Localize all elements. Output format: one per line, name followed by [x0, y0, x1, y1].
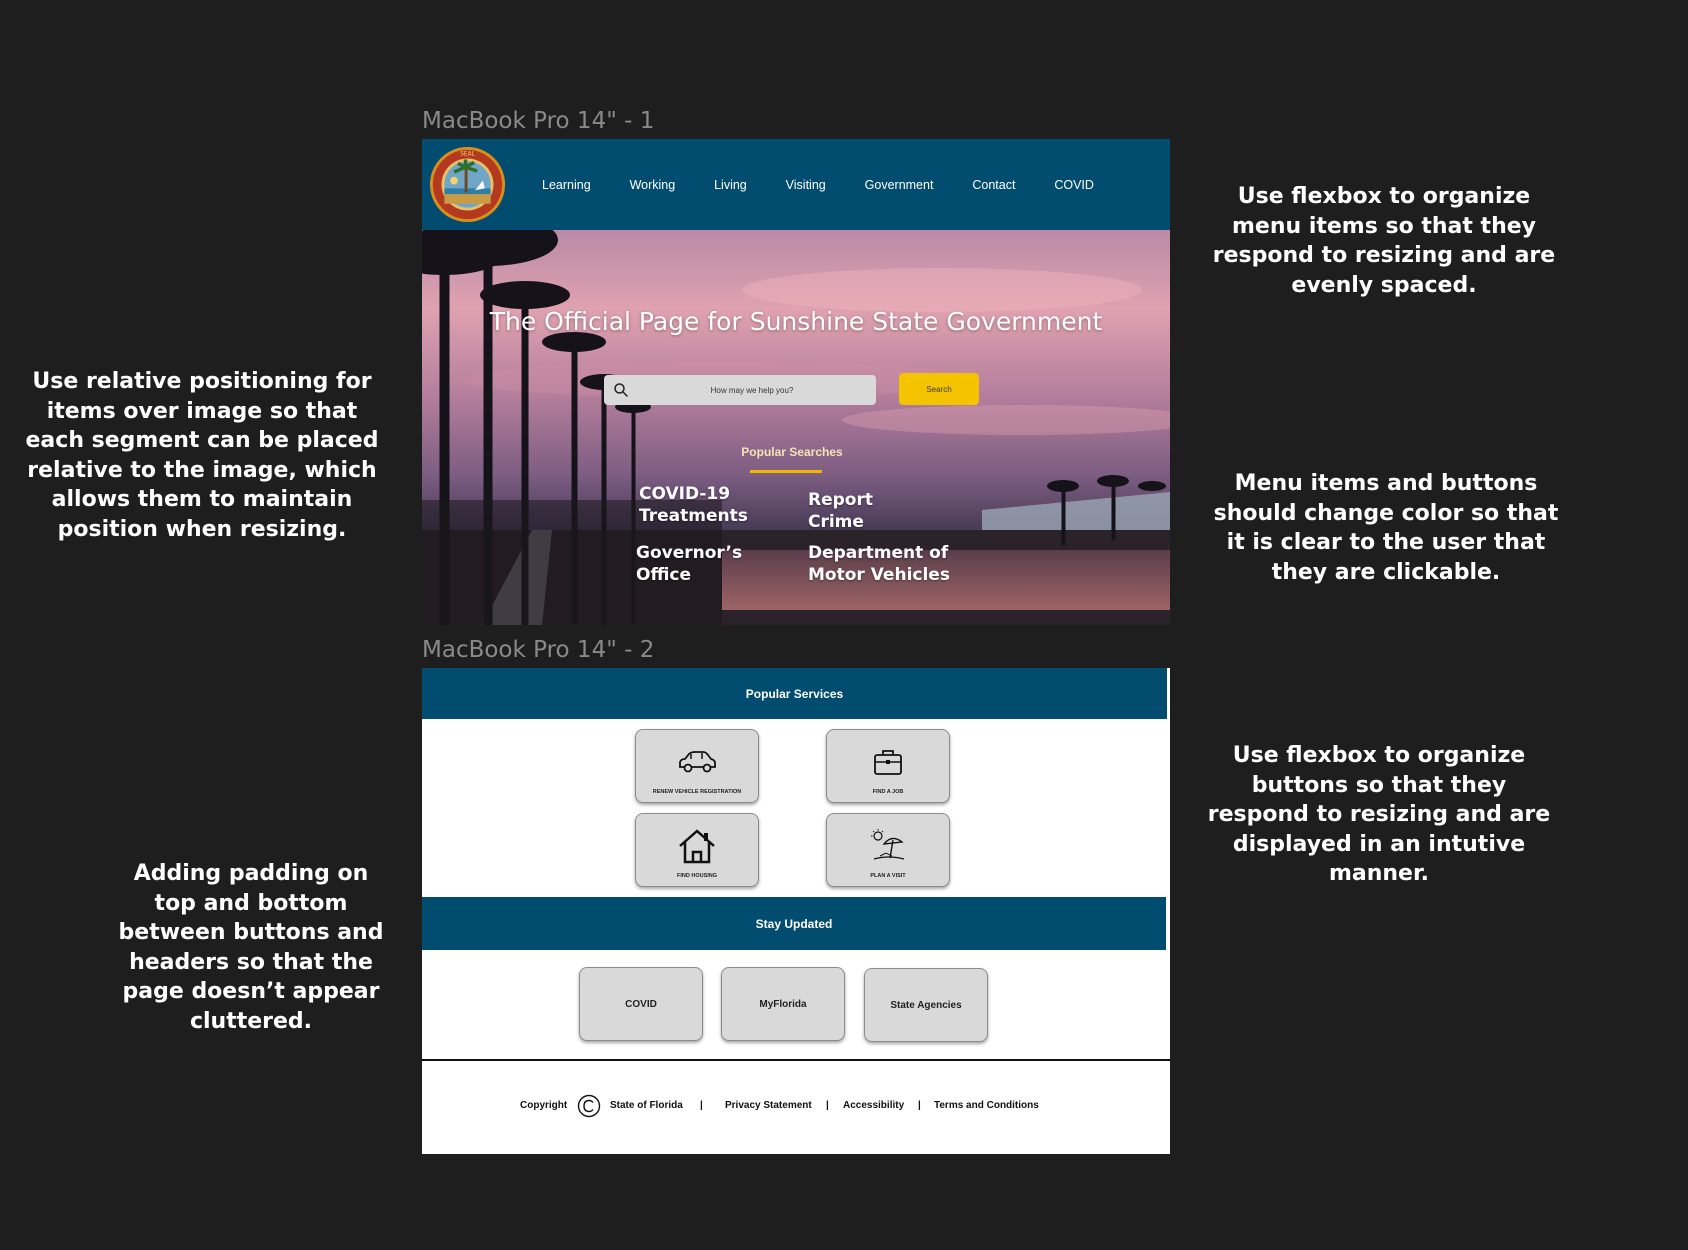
footer-link-accessibility[interactable]: Accessibility	[843, 1091, 904, 1121]
find-housing-button[interactable]: Find Housing	[635, 813, 759, 887]
myflorida-button[interactable]: MyFlorida	[721, 967, 845, 1041]
note-flexbox-menu: Use flexbox to organize menu items so th…	[1212, 184, 1556, 298]
hero-title: The Official Page for Sunshine State Gov…	[489, 307, 1103, 336]
plan-visit-label: Plan a Visit	[870, 873, 906, 879]
stay-updated-header: Stay Updated	[422, 897, 1166, 950]
find-housing-label: Find Housing	[676, 873, 718, 879]
popular-searches-label: Popular Searches	[741, 445, 843, 459]
note-color-change: Menu items and buttons should change col…	[1213, 471, 1559, 585]
nav-item-learning[interactable]: Learning	[534, 178, 599, 192]
footer-separator: |	[826, 1100, 829, 1111]
footer: Copyright State of Florida | Privacy Sta…	[422, 1091, 1170, 1121]
renew-vehicle-label: Renew Vehicle Registration	[652, 789, 742, 795]
note-flexbox-buttons: Use flexbox to organize buttons so that …	[1207, 743, 1551, 886]
nav-item-visiting[interactable]: Visiting	[778, 178, 834, 192]
state-seal-icon: SEAL	[429, 146, 506, 223]
frame2-label: MacBook Pro 14" - 2	[422, 637, 655, 663]
copyright-icon	[577, 1094, 601, 1118]
link-dmv[interactable]: Department of Motor Vehicles	[808, 542, 1008, 586]
car-icon	[679, 751, 716, 773]
footer-divider	[422, 1059, 1170, 1061]
search-input[interactable]	[634, 375, 870, 405]
frame1-label: MacBook Pro 14" - 1	[422, 108, 655, 134]
briefcase-icon	[874, 750, 902, 775]
frame-services: Popular Services Renew Vehicle Registrat…	[422, 668, 1170, 1154]
search-box[interactable]	[604, 375, 876, 405]
nav-item-government[interactable]: Government	[857, 178, 942, 192]
footer-separator: |	[918, 1100, 921, 1111]
frame-home-hero: SEAL Learning Working Living Visiting Go…	[422, 139, 1170, 625]
hero-banner: The Official Page for Sunshine State Gov…	[422, 230, 1170, 625]
footer-separator: |	[700, 1100, 703, 1111]
link-covid-treatments[interactable]: COVID-19 Treatments	[639, 483, 759, 527]
footer-link-terms[interactable]: Terms and Conditions	[934, 1091, 1039, 1121]
sunset-palm-photo	[422, 230, 1170, 625]
stay-updated-title: Stay Updated	[755, 916, 833, 931]
find-job-label: Find a Job	[872, 789, 904, 795]
nav-item-contact[interactable]: Contact	[964, 178, 1023, 192]
top-navigation: SEAL Learning Working Living Visiting Go…	[422, 139, 1170, 230]
footer-link-privacy[interactable]: Privacy Statement	[725, 1091, 812, 1121]
popular-services-title: Popular Services	[745, 686, 844, 701]
search-button[interactable]: Search	[899, 373, 979, 405]
find-job-button[interactable]: Find a Job	[826, 729, 950, 803]
covid-button[interactable]: COVID	[579, 967, 703, 1041]
nav-item-working[interactable]: Working	[622, 178, 684, 192]
popular-services-header: Popular Services	[422, 668, 1167, 719]
link-report-crime[interactable]: Report Crime	[808, 489, 898, 533]
footer-copyright-text: Copyright	[520, 1100, 568, 1111]
nav-item-covid[interactable]: COVID	[1046, 178, 1102, 192]
renew-vehicle-button[interactable]: Renew Vehicle Registration	[635, 729, 759, 803]
plan-visit-button[interactable]: Plan a Visit	[826, 813, 950, 887]
beach-umbrella-icon	[871, 829, 905, 860]
footer-owner: State of Florida	[610, 1100, 683, 1111]
house-icon	[679, 829, 715, 864]
search-icon	[614, 383, 629, 398]
nav-menu: Learning Working Living Visiting Governm…	[534, 139, 1114, 230]
popular-searches-underline	[750, 470, 822, 473]
svg-text:SEAL: SEAL	[460, 152, 475, 158]
state-agencies-button[interactable]: State Agencies	[864, 968, 988, 1042]
note-padding: Adding padding on top and bottom between…	[118, 861, 384, 1034]
note-relative-positioning: Use relative positioning for items over …	[25, 369, 379, 542]
nav-item-living[interactable]: Living	[706, 178, 755, 192]
link-governors-office[interactable]: Governor’s Office	[636, 542, 746, 586]
